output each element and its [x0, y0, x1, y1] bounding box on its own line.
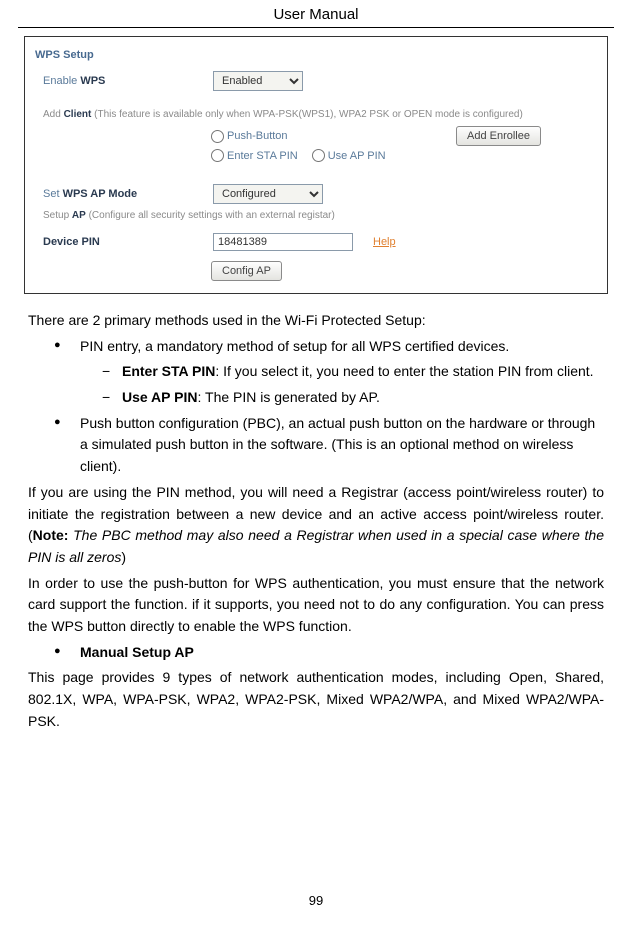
- enable-wps-pre: Enable: [43, 75, 80, 87]
- wps-setup-title: WPS Setup: [35, 49, 601, 61]
- dash-2-rest: : The PIN is generated by AP.: [197, 389, 379, 405]
- para-3: This page provides 9 types of network au…: [28, 667, 604, 732]
- add-client-hint: (This feature is available only when WPA…: [91, 109, 522, 120]
- document-content: There are 2 primary methods used in the …: [28, 310, 604, 732]
- dash-list: Enter STA PIN: If you select it, you nee…: [80, 361, 604, 408]
- enter-sta-pin-text: Enter STA PIN: [227, 150, 298, 162]
- bullet-1: PIN entry, a mandatory method of setup f…: [54, 336, 604, 409]
- enter-sta-pin-radio[interactable]: [211, 149, 224, 162]
- enable-wps-label: Enable WPS: [43, 75, 213, 87]
- set-wps-pre: Set: [43, 188, 63, 200]
- add-client-pre: Add: [43, 109, 64, 120]
- config-ap-button[interactable]: Config AP: [211, 261, 282, 281]
- set-wps-ap-select[interactable]: Configured: [213, 184, 323, 204]
- use-ap-pin-radio-label[interactable]: Use AP PIN: [312, 149, 386, 162]
- para-1-italic: The PBC method may also need a Registrar…: [28, 527, 604, 565]
- intro-text: There are 2 primary methods used in the …: [28, 310, 604, 332]
- help-link[interactable]: Help: [373, 236, 396, 248]
- page-number: 99: [0, 893, 632, 908]
- bullet-1-text: PIN entry, a mandatory method of setup f…: [80, 338, 509, 354]
- push-button-radio[interactable]: [211, 130, 224, 143]
- para-2: In order to use the push-button for WPS …: [28, 573, 604, 638]
- dash-1: Enter STA PIN: If you select it, you nee…: [102, 361, 604, 383]
- enable-wps-select[interactable]: Enabled: [213, 71, 303, 91]
- wps-setup-screenshot: WPS Setup Enable WPS Enabled Add Client …: [24, 36, 608, 294]
- dash-1-bold: Enter STA PIN: [122, 363, 215, 379]
- use-ap-pin-text: Use AP PIN: [328, 150, 386, 162]
- enable-wps-row: Enable WPS Enabled: [31, 71, 601, 91]
- para-1-post: ): [121, 549, 126, 565]
- add-enrollee-button[interactable]: Add Enrollee: [456, 126, 541, 146]
- push-button-text: Push-Button: [227, 130, 288, 142]
- set-wps-bold: WPS AP Mode: [63, 188, 138, 200]
- device-pin-row: Device PIN Help: [31, 233, 601, 251]
- radio-row-2: Enter STA PIN Use AP PIN: [31, 149, 601, 162]
- add-client-bold: Client: [64, 109, 92, 120]
- enter-sta-pin-radio-label[interactable]: Enter STA PIN: [211, 149, 298, 162]
- set-wps-ap-row: Set WPS AP Mode Configured: [31, 184, 601, 204]
- dash-2-bold: Use AP PIN: [122, 389, 197, 405]
- push-button-radio-label[interactable]: Push-Button: [211, 130, 288, 143]
- bullet-list: PIN entry, a mandatory method of setup f…: [28, 336, 604, 478]
- bullet-list-2: Manual Setup AP: [28, 642, 604, 664]
- config-ap-row: Config AP: [31, 261, 601, 281]
- device-pin-label: Device PIN: [43, 236, 213, 248]
- radio-row-1: Push-Button Add Enrollee: [31, 126, 601, 146]
- add-client-row: Add Client (This feature is available on…: [31, 109, 601, 120]
- bullet-3: Manual Setup AP: [54, 642, 604, 664]
- device-pin-input[interactable]: [213, 233, 353, 251]
- setup-ap-hint: (Configure all security settings with an…: [86, 210, 335, 221]
- para-1: If you are using the PIN method, you wil…: [28, 482, 604, 569]
- set-wps-ap-label: Set WPS AP Mode: [43, 188, 213, 200]
- setup-ap-bold: AP: [72, 210, 86, 221]
- para-1-note: Note:: [33, 527, 69, 543]
- dash-2: Use AP PIN: The PIN is generated by AP.: [102, 387, 604, 409]
- use-ap-pin-radio[interactable]: [312, 149, 325, 162]
- bullet-2: Push button configuration (PBC), an actu…: [54, 413, 604, 478]
- setup-ap-row: Setup AP (Configure all security setting…: [31, 210, 601, 221]
- setup-ap-pre: Setup: [43, 210, 72, 221]
- dash-1-rest: : If you select it, you need to enter th…: [215, 363, 593, 379]
- enable-wps-bold: WPS: [80, 75, 105, 87]
- page-header: User Manual: [18, 0, 614, 28]
